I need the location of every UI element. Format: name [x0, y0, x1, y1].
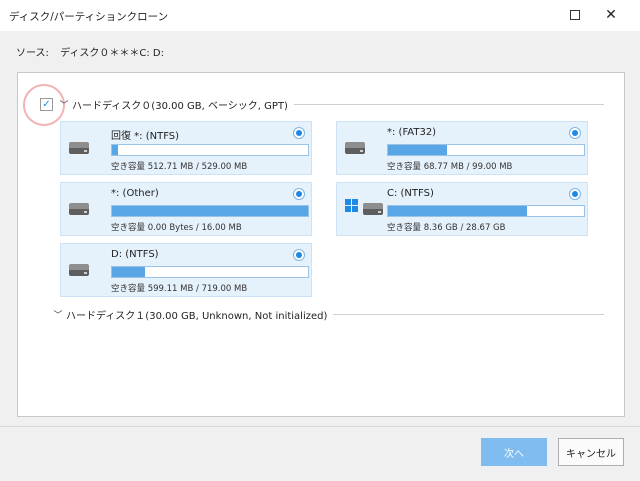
partition-name: *: (Other) [111, 188, 159, 199]
maximize-button[interactable] [563, 4, 587, 26]
partition-capacity: 空き容量 0.00 Bytes / 16.00 MB [111, 223, 242, 233]
partition-radio[interactable] [293, 249, 305, 261]
footer-divider [0, 426, 640, 427]
partition-radio[interactable] [293, 188, 305, 200]
chevron-down-icon[interactable]: ﹀ [58, 98, 70, 111]
partition-card[interactable]: 回復 *: (NTFS) 空き容量 512.71 MB / 529.00 MB [60, 121, 312, 175]
disk-0-checkbox[interactable]: ✓ [40, 98, 53, 111]
disk-0-label: ハードディスク０(30.00 GB, ベーシック, GPT) [72, 101, 288, 112]
next-button[interactable]: 次へ [481, 438, 547, 466]
window-title: ディスク/パーティションクローン [9, 11, 169, 23]
partition-capacity: 空き容量 8.36 GB / 28.67 GB [387, 223, 506, 233]
partition-card[interactable]: *: (Other) 空き容量 0.00 Bytes / 16.00 MB [60, 182, 312, 236]
close-icon: ✕ [605, 7, 617, 23]
partition-name: C: (NTFS) [387, 188, 434, 199]
disk-1-label: ハードディスク１(30.00 GB, Unknown, Not initiali… [66, 311, 328, 322]
maximize-icon [570, 10, 580, 20]
usage-bar [111, 205, 309, 217]
chevron-down-icon[interactable]: ﹀ [52, 308, 64, 321]
drive-icon [345, 142, 365, 156]
usage-bar [111, 144, 309, 156]
disk-0-header[interactable]: ✓ ﹀ ハードディスク０(30.00 GB, ベーシック, GPT) [40, 97, 604, 112]
partition-name: *: (FAT32) [387, 127, 437, 138]
partition-card[interactable]: C: (NTFS) 空き容量 8.36 GB / 28.67 GB [336, 182, 588, 236]
source-value: ディスク０＊＊＊C: D: [60, 48, 164, 59]
drive-icon [69, 142, 89, 156]
source-row: ソース: ディスク０＊＊＊C: D: [16, 44, 172, 59]
source-label: ソース: [16, 48, 49, 59]
partition-name: 回復 *: (NTFS) [111, 131, 180, 142]
disk-1-header[interactable]: ﹀ ハードディスク１(30.00 GB, Unknown, Not initia… [52, 307, 604, 322]
cancel-button[interactable]: キャンセル [558, 438, 624, 466]
partition-card[interactable]: D: (NTFS) 空き容量 599.11 MB / 719.00 MB [60, 243, 312, 297]
partition-capacity: 空き容量 68.77 MB / 99.00 MB [387, 162, 513, 172]
close-button[interactable]: ✕ [599, 4, 623, 26]
partition-radio[interactable] [569, 127, 581, 139]
partition-radio[interactable] [569, 188, 581, 200]
divider [293, 104, 604, 105]
partition-card[interactable]: *: (FAT32) 空き容量 68.77 MB / 99.00 MB [336, 121, 588, 175]
usage-bar [387, 144, 585, 156]
partition-capacity: 空き容量 512.71 MB / 529.00 MB [111, 162, 248, 172]
drive-icon [363, 203, 383, 217]
disk-list-panel: ✓ ﹀ ハードディスク０(30.00 GB, ベーシック, GPT) 回復 *:… [17, 72, 625, 417]
divider [333, 314, 604, 315]
drive-icon [69, 264, 89, 278]
partition-capacity: 空き容量 599.11 MB / 719.00 MB [111, 284, 248, 294]
usage-bar [387, 205, 585, 217]
drive-icon [69, 203, 89, 217]
usage-bar [111, 266, 309, 278]
title-bar: ディスク/パーティションクローン ✕ [0, 0, 640, 31]
check-icon: ✓ [42, 98, 51, 110]
partition-name: D: (NTFS) [111, 249, 159, 260]
windows-icon [345, 199, 359, 213]
partition-radio[interactable] [293, 127, 305, 139]
